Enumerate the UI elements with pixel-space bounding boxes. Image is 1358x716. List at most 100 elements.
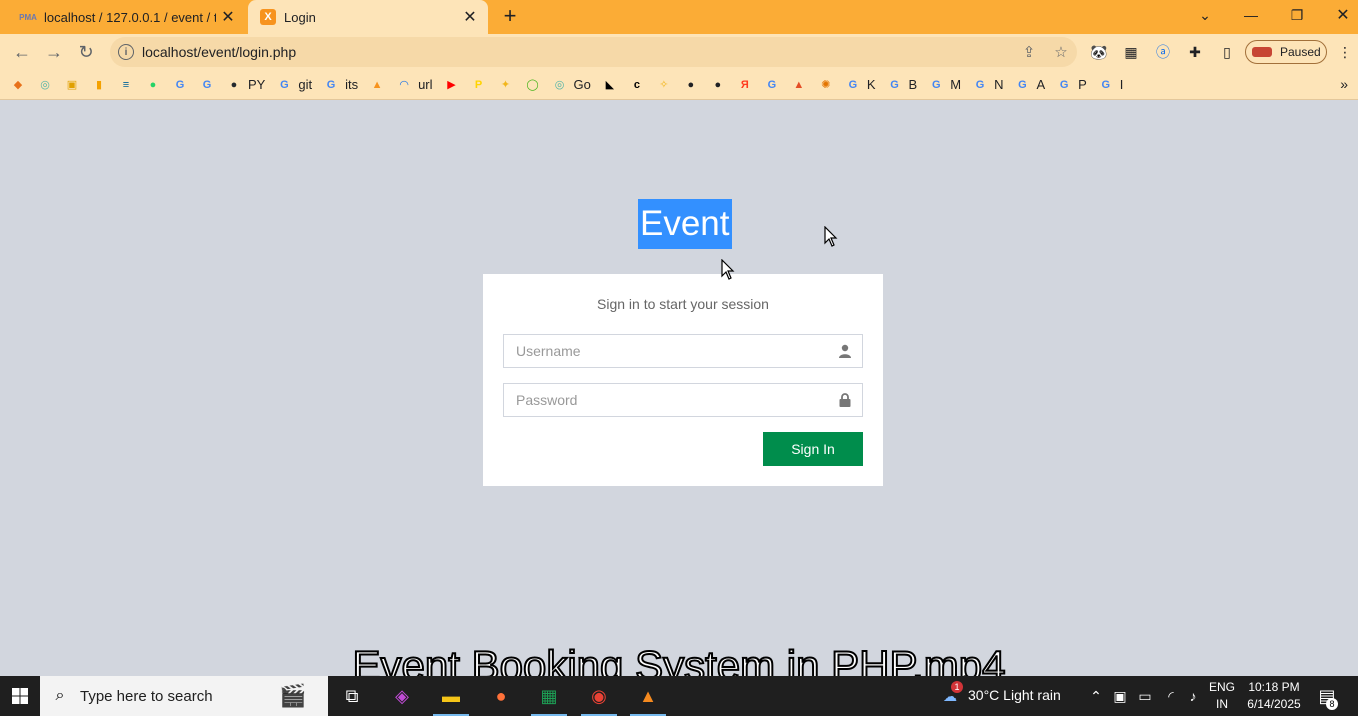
password-field[interactable] [503, 383, 863, 417]
weather-temp-value: 30°C [968, 687, 1000, 703]
vlc-icon[interactable]: ▲ [624, 676, 672, 716]
copilot-icon[interactable]: ◈ [378, 676, 426, 716]
bookmark-icon: ◎ [554, 79, 565, 91]
bookmark-label: PY [248, 77, 266, 92]
bookmark-item[interactable]: GA [1014, 73, 1045, 97]
region: IN [1216, 697, 1228, 711]
clock[interactable]: 10:18 PM 6/14/2025 [1240, 679, 1308, 713]
bookmark-item[interactable]: ◯ [525, 73, 541, 97]
bookmark-item[interactable]: ◎ Go [552, 73, 591, 97]
bookmark-item[interactable]: ◎ [37, 73, 53, 97]
excel-icon[interactable]: ▦ [525, 676, 573, 716]
close-icon[interactable]: ✕ [216, 7, 240, 27]
bookmark-item[interactable]: GB [887, 73, 917, 97]
meet-icon[interactable]: ▣ [1110, 676, 1130, 716]
chevron-right-icon[interactable]: » [1340, 76, 1348, 92]
bookmark-icon: ◯ [526, 79, 539, 91]
share-icon[interactable]: ⇪ [1013, 43, 1045, 61]
volume-icon[interactable]: ♪ [1182, 676, 1204, 716]
bookmark-item[interactable]: Я [737, 73, 753, 97]
bookmark-item[interactable]: ✧ [656, 73, 672, 97]
close-icon[interactable]: ✕ [458, 7, 482, 27]
menu-icon[interactable]: ⋮ [1333, 41, 1357, 63]
login-message: Sign in to start your session [597, 296, 769, 312]
bookmark-item[interactable]: ▶ [444, 73, 460, 97]
bookmark-item[interactable]: ▲ [791, 73, 807, 97]
battery-icon[interactable]: ▭ [1134, 676, 1156, 716]
close-window-button[interactable]: ✕ [1320, 0, 1358, 30]
bookmark-icon: ▶ [447, 79, 456, 91]
bookmark-item[interactable]: ● [145, 73, 161, 97]
chevron-up-icon[interactable]: ⌃ [1086, 676, 1106, 716]
username-input[interactable] [504, 335, 828, 367]
taskbar: ⌕ Type here to search 🎬 ⧉ ◈ ▬ ● ▦ ◉ ▲ ☁ … [0, 676, 1358, 716]
back-button[interactable]: ← [8, 38, 36, 66]
bookmark-item[interactable]: ● PY [226, 73, 266, 97]
bookmark-item[interactable]: GI [1098, 73, 1124, 97]
bookmark-item[interactable]: Gits [323, 73, 358, 97]
bookmark-item[interactable]: ≡ [118, 73, 134, 97]
bookmark-item[interactable]: P [471, 73, 487, 97]
language-indicator[interactable]: ENG IN [1206, 679, 1238, 713]
weather-temp[interactable]: 30°C Light rain [968, 687, 1061, 704]
bookmark-item[interactable]: ◠ url [396, 73, 433, 97]
minimize-button[interactable]: — [1228, 0, 1274, 30]
bookmark-item[interactable]: ▣ [64, 73, 80, 97]
bookmark-icon: G [975, 78, 985, 91]
bookmark-item[interactable]: ✦ [498, 73, 514, 97]
avatar [1252, 47, 1272, 57]
password-input[interactable] [504, 384, 828, 416]
weather-badge: 1 [951, 681, 963, 693]
chrome-icon[interactable]: ◉ [575, 676, 623, 716]
bookmark-item[interactable]: GN [972, 73, 1004, 97]
side-panel-icon[interactable]: ▯ [1215, 41, 1239, 63]
bookmark-item[interactable]: G [199, 73, 215, 97]
bookmark-item[interactable]: GM [928, 73, 961, 97]
tab-title: Login [284, 9, 316, 25]
bookmark-item[interactable]: ▲ [369, 73, 385, 97]
star-icon[interactable]: ☆ [1045, 43, 1077, 61]
bookmark-icon: ◆ [13, 79, 23, 91]
profile-button[interactable]: Paused [1245, 40, 1327, 64]
tab-phpmyadmin[interactable]: PMA localhost / 127.0.0.1 / event / tbl … [8, 0, 246, 34]
username-field[interactable] [503, 334, 863, 368]
bookmark-item[interactable]: ◆ [10, 73, 26, 97]
bookmark-item[interactable]: Ggit [276, 73, 312, 97]
bookmark-item[interactable]: GP [1056, 73, 1087, 97]
bookmark-label: A [1036, 77, 1046, 92]
notifications-icon[interactable]: ▤ [1312, 676, 1342, 716]
sign-in-button[interactable]: Sign In [763, 432, 863, 466]
bookmark-item[interactable]: ◣ [602, 73, 618, 97]
login-logo[interactable]: Event [638, 199, 732, 249]
clock-time: 10:18 PM [1248, 680, 1300, 694]
restore-button[interactable]: ❐ [1274, 0, 1320, 30]
file-explorer-icon[interactable]: ▬ [427, 676, 475, 716]
chevron-down-icon[interactable]: ⌄ [1182, 0, 1228, 30]
firefox-icon[interactable]: ● [477, 676, 525, 716]
browser-toolbar: ← → ↻ i localhost/event/login.php ⇪ ☆ 🐼 … [0, 34, 1358, 70]
panda-extension-icon[interactable]: 🐼 [1087, 41, 1111, 63]
taskbar-search[interactable]: ⌕ Type here to search 🎬 [40, 676, 328, 716]
wifi-icon[interactable]: ◜ [1160, 676, 1182, 716]
at-extension-icon[interactable]: ⓐ [1151, 41, 1175, 63]
lock-icon [828, 393, 862, 407]
start-button[interactable] [0, 676, 40, 716]
extension-icon[interactable]: ▦ [1119, 41, 1143, 63]
address-bar[interactable]: i localhost/event/login.php ⇪ ☆ [110, 37, 1077, 67]
bookmark-icon: G [1101, 78, 1111, 91]
puzzle-icon[interactable]: ✚ [1183, 41, 1207, 63]
bookmark-item[interactable]: GK [845, 73, 876, 97]
forward-button[interactable]: → [40, 38, 68, 66]
bookmark-item[interactable]: c [629, 73, 645, 97]
reload-button[interactable]: ↻ [72, 38, 100, 66]
bookmark-item[interactable]: ✺ [818, 73, 834, 97]
bookmark-item[interactable]: ▮ [91, 73, 107, 97]
new-tab-button[interactable]: + [497, 4, 523, 30]
info-icon[interactable]: i [118, 44, 134, 60]
task-view-icon[interactable]: ⧉ [328, 676, 376, 716]
bookmark-item[interactable]: G [172, 73, 188, 97]
bookmark-item[interactable]: ● [683, 73, 699, 97]
tab-login[interactable]: X Login ✕ [248, 0, 488, 34]
bookmark-item[interactable]: ● [710, 73, 726, 97]
bookmark-item[interactable]: G [764, 73, 780, 97]
